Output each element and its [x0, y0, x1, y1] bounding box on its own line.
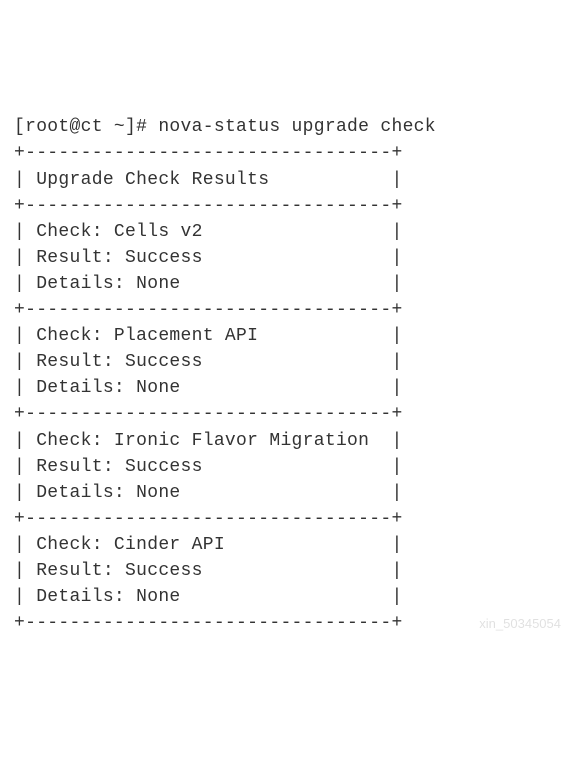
shell-command: nova-status upgrade check [158, 117, 436, 137]
table-row: | Check: Placement API | [14, 326, 403, 346]
table-row: | Check: Ironic Flavor Migration | [14, 431, 403, 451]
table-row: | Details: None | [14, 274, 403, 294]
table-row: | Details: None | [14, 483, 403, 503]
table-row: | Details: None | [14, 587, 403, 607]
table-border: +---------------------------------+ [14, 404, 403, 424]
terminal-output: [root@ct ~]# nova-status upgrade check +… [14, 114, 565, 636]
table-border: +---------------------------------+ [14, 143, 403, 163]
table-row: | Result: Success | [14, 561, 403, 581]
table-header: | Upgrade Check Results | [14, 170, 403, 190]
watermark-text: xin_50345054 [479, 615, 561, 634]
table-row: | Check: Cells v2 | [14, 222, 403, 242]
table-border: +---------------------------------+ [14, 509, 403, 529]
table-row: | Result: Success | [14, 248, 403, 268]
shell-prompt: [root@ct ~]# [14, 117, 158, 137]
table-row: | Details: None | [14, 378, 403, 398]
table-row: | Check: Cinder API | [14, 535, 403, 555]
table-row: | Result: Success | [14, 352, 403, 372]
table-border: +---------------------------------+ [14, 300, 403, 320]
table-row: | Result: Success | [14, 457, 403, 477]
table-border: +---------------------------------+ [14, 196, 403, 216]
table-border: +---------------------------------+ [14, 613, 403, 633]
